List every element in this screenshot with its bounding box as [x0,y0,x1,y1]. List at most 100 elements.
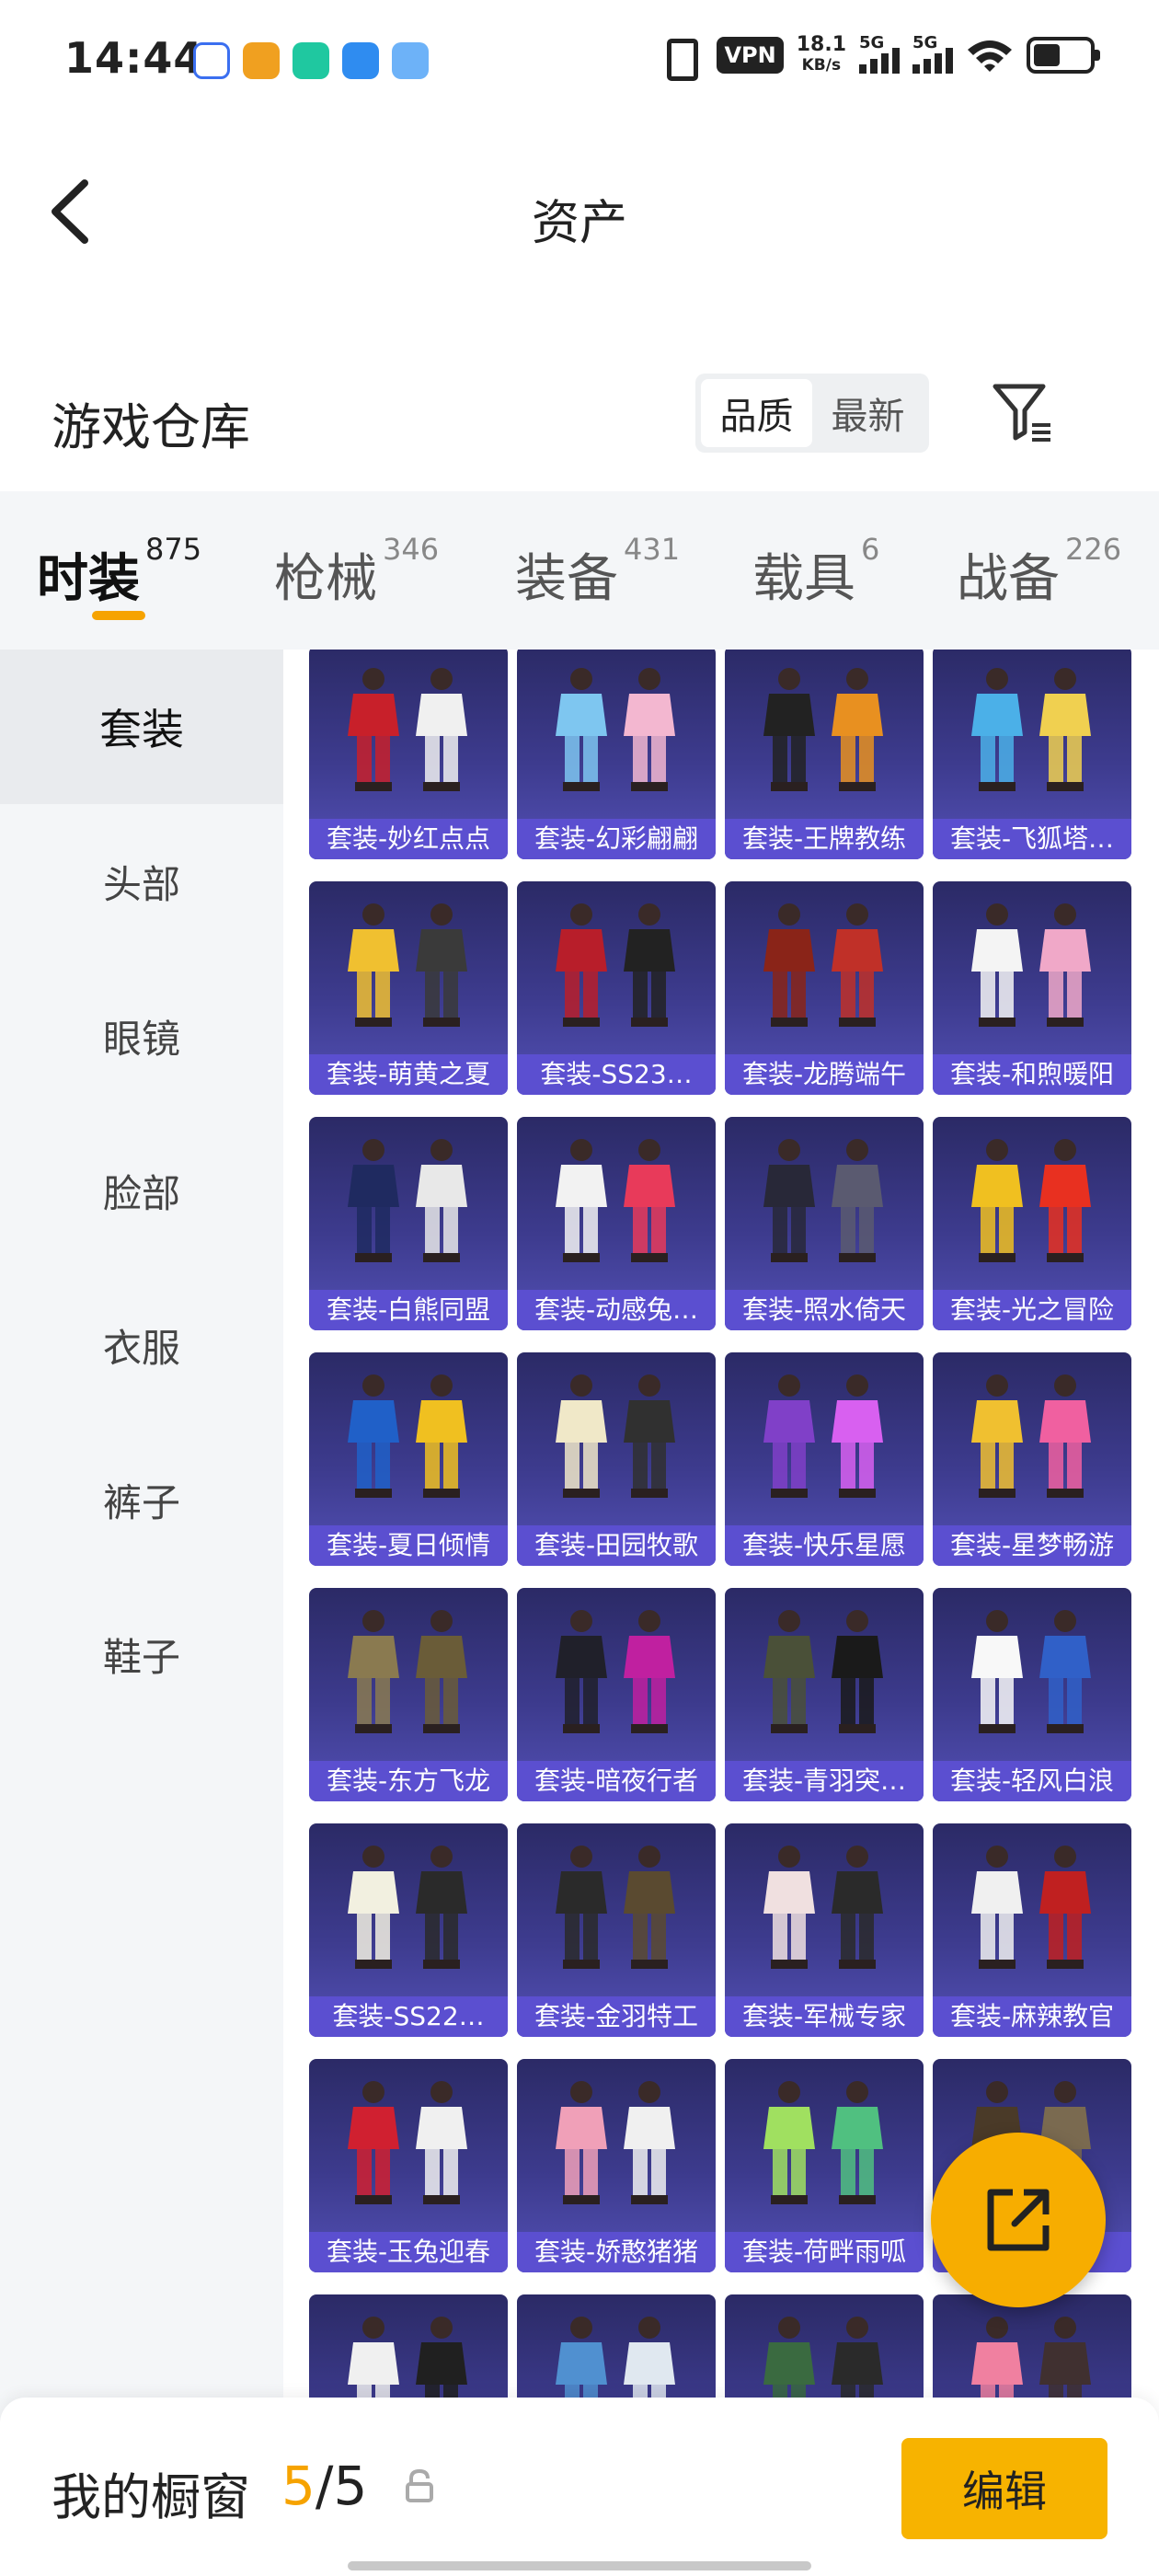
outfit-thumbnail [763,1139,883,1262]
outfit-thumbnail [971,1374,1091,1498]
sort-option-newest[interactable]: 最新 [812,379,924,447]
item-card[interactable]: 套装-动感兔… [517,1117,716,1330]
outfit-thumbnail [763,1610,883,1733]
item-label: 套装-娇憨猪猪 [517,2232,716,2272]
outfit-thumbnail [763,1846,883,1969]
wifi-icon [968,40,1012,72]
item-card[interactable] [517,2294,716,2398]
tab-label: 战备 [957,549,1060,609]
item-card[interactable]: 套装-轻风白浪 [933,1588,1131,1801]
side-nav: 套装 头部 眼镜 脸部 衣服 裤子 鞋子 [0,650,283,2508]
item-card[interactable] [309,2294,508,2398]
item-label: 套装-田园牧歌 [517,1525,716,1566]
side-item-head[interactable]: 头部 [0,804,283,959]
item-card[interactable]: 套装-和煦暖阳 [933,881,1131,1095]
side-item-pants[interactable]: 裤子 [0,1422,283,1577]
tab-equipment[interactable]: 装备 431 [515,532,680,612]
item-card[interactable]: 套装-军械专家 [725,1823,924,2037]
outfit-thumbnail [971,668,1091,791]
showcase-separator: / [315,2455,334,2517]
app-cube-icon [293,42,329,79]
outfit-thumbnail [348,2317,467,2398]
item-card[interactable]: 套装-妙红点点 [309,650,508,859]
item-card[interactable]: 套装-星梦畅游 [933,1352,1131,1566]
outfit-thumbnail [348,1846,467,1969]
tab-label: 载具 [752,549,855,609]
battery-icon [1027,37,1100,74]
item-card[interactable]: 套装-龙腾端午 [725,881,924,1095]
item-card[interactable]: 套装-田园牧歌 [517,1352,716,1566]
item-card[interactable]: 套装-王牌教练 [725,650,924,859]
tab-fashion[interactable]: 时装 875 [37,532,201,612]
item-label: 套装-轻风白浪 [933,1761,1131,1801]
lock-icon [406,2468,433,2502]
item-label: 套装-暗夜行者 [517,1761,716,1801]
item-card[interactable]: 套装-SS23… [517,881,716,1095]
tab-count: 431 [624,532,681,567]
item-card[interactable]: 套装-金羽特工 [517,1823,716,2037]
outfit-thumbnail [348,1139,467,1262]
item-card[interactable]: 套装-幻彩翩翩 [517,650,716,859]
side-item-face[interactable]: 脸部 [0,1113,283,1268]
item-card[interactable]: 套装-白熊同盟 [309,1117,508,1330]
item-card[interactable]: 套装-麻辣教官 [933,1823,1131,2037]
outfit-thumbnail [971,1846,1091,1969]
outfit-thumbnail [971,2317,1091,2398]
outfit-thumbnail [763,2317,883,2398]
tab-supplies[interactable]: 战备 226 [957,532,1121,612]
tab-count: 226 [1065,532,1122,567]
item-card[interactable]: 套装-玉兔迎春 [309,2059,508,2272]
item-card[interactable]: 套装-青羽突… [725,1588,924,1801]
item-card[interactable]: 套装-萌黄之夏 [309,881,508,1095]
edit-button[interactable]: 编辑 [901,2438,1107,2539]
showcase-total: 5 [333,2455,368,2517]
home-indicator [348,2561,811,2570]
app-game-icon [243,42,280,79]
item-label: 套装-龙腾端午 [725,1054,924,1095]
outfit-thumbnail [556,2317,675,2398]
item-label: 套装-军械专家 [725,1996,924,2037]
outfit-thumbnail [971,1610,1091,1733]
tab-count: 6 [861,532,880,567]
side-item-suit[interactable]: 套装 [0,650,283,804]
tab-active-indicator [92,611,145,620]
item-card[interactable]: 套装-快乐星愿 [725,1352,924,1566]
status-app-icons [193,42,429,79]
outfit-thumbnail [763,903,883,1027]
outfit-thumbnail [556,1374,675,1498]
tab-label: 枪械 [274,549,377,609]
side-item-clothes[interactable]: 衣服 [0,1268,283,1422]
filter-icon[interactable] [990,379,1056,445]
item-label: 套装-荷畔雨呱 [725,2232,924,2272]
item-card[interactable] [725,2294,924,2398]
item-card[interactable]: 套装-暗夜行者 [517,1588,716,1801]
item-label: 套装-玉兔迎春 [309,2232,508,2272]
status-right: VPN 18.1 KB/s 5G 5G [652,33,1100,81]
sort-toggle: 品质 最新 [695,374,929,453]
item-card[interactable]: 套装-东方飞龙 [309,1588,508,1801]
tab-label: 时装 [37,549,140,609]
item-card[interactable] [933,2294,1131,2398]
item-label: 套装-和煦暖阳 [933,1054,1131,1095]
sort-option-quality[interactable]: 品质 [701,379,812,447]
item-card[interactable]: 套装-光之冒险 [933,1117,1131,1330]
item-card[interactable]: 套装-照水倚天 [725,1117,924,1330]
outfit-thumbnail [556,668,675,791]
item-label: 套装-快乐星愿 [725,1525,924,1566]
item-card[interactable]: 套装-荷畔雨呱 [725,2059,924,2272]
tab-weapons[interactable]: 枪械 346 [274,532,439,612]
side-item-glasses[interactable]: 眼镜 [0,959,283,1113]
item-card[interactable]: 套装-娇憨猪猪 [517,2059,716,2272]
tab-label: 装备 [515,549,618,609]
share-button[interactable] [931,2133,1106,2307]
sim2-label: 5G [912,33,938,52]
status-bar: 14:44 VPN 18.1 KB/s 5G 5G [0,0,1159,120]
page-title: 资产 [531,196,627,251]
side-item-shoes[interactable]: 鞋子 [0,1577,283,1731]
item-card[interactable]: 套装-夏日倾情 [309,1352,508,1566]
tab-count: 875 [145,532,202,567]
tab-vehicles[interactable]: 载具 6 [752,532,879,612]
item-card[interactable]: 套装-SS22… [309,1823,508,2037]
item-card[interactable]: 套装-飞狐塔… [933,650,1131,859]
showcase-label: 我的橱窗 [52,2468,250,2526]
